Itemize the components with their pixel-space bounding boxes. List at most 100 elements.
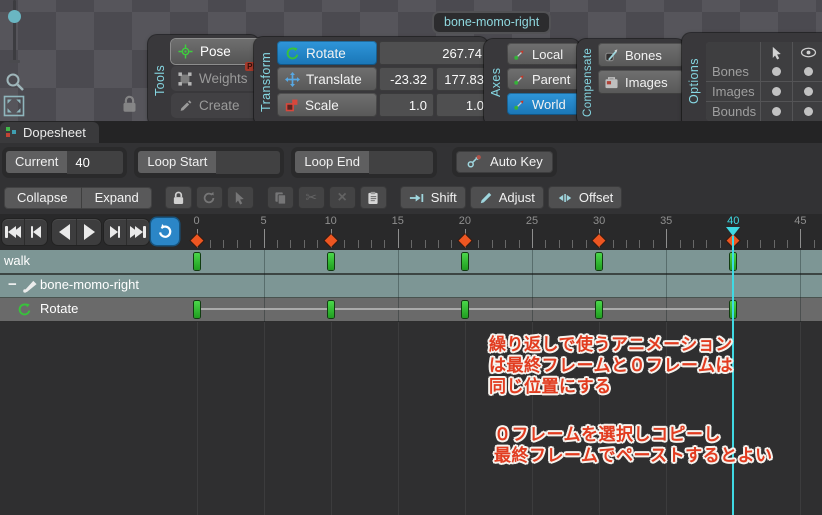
ruler-tick (518, 240, 520, 248)
ruler-keyframe-diamond[interactable] (458, 234, 471, 247)
ruler-frame-label: 30 (592, 215, 606, 227)
dopesheet-controls: Current 40 Loop Start Loop End Auto Key (0, 143, 822, 181)
compensate-button-bones[interactable]: Bones (598, 43, 684, 67)
options-toggle-bounds-1[interactable] (793, 101, 822, 121)
row-gridline (800, 250, 802, 322)
magnifier-icon[interactable] (5, 72, 25, 92)
ruler-tick (290, 240, 292, 248)
keyframe-marker[interactable] (193, 253, 200, 270)
delete-button[interactable]: × (328, 186, 356, 209)
ruler-tick (719, 240, 721, 248)
ruler-tick (585, 240, 587, 248)
options-toggle-bones-0[interactable] (761, 61, 792, 81)
option-dot[interactable] (772, 66, 781, 76)
option-dot[interactable] (804, 86, 813, 96)
compensate-label-bones: Bones (625, 47, 662, 63)
option-dot[interactable] (772, 86, 781, 96)
auto-key-button[interactable]: Auto Key (456, 151, 553, 173)
current-frame-input[interactable]: 40 (67, 150, 124, 174)
keyframe-marker[interactable] (596, 301, 603, 318)
scale-value-field-1[interactable]: 1.0 (436, 93, 491, 117)
loop-end-input[interactable] (369, 150, 434, 174)
options-toggle-bones-1[interactable] (793, 61, 822, 81)
lock-keys-button[interactable] (164, 186, 192, 209)
dopesheet-row-bone-momo-right[interactable]: − bone-momo-right (0, 275, 822, 298)
options-toggle-images-0[interactable] (761, 81, 792, 101)
options-corner-cell (706, 41, 760, 64)
collapse-expand-buttons: Collapse Expand (4, 186, 152, 209)
ruler-tick (612, 240, 614, 248)
option-dot[interactable] (804, 106, 813, 116)
keyframe-marker[interactable] (327, 301, 334, 318)
axes-panel: Axes Local Parent World (484, 39, 581, 126)
pose-tool-button[interactable]: Pose (171, 39, 265, 64)
dopesheet-row-walk[interactable]: walk (0, 250, 822, 275)
paste-button[interactable] (359, 186, 387, 209)
current-label: Current (6, 151, 68, 173)
translate-button[interactable]: Translate (277, 67, 377, 91)
adjust-button[interactable]: Adjust (469, 186, 544, 209)
scale-value-field-0[interactable]: 1.0 (379, 93, 434, 117)
dopesheet-tab-icon (6, 127, 17, 138)
ruler-keyframe-diamond[interactable] (190, 234, 203, 247)
note-text-line: 同じ位置にする (489, 377, 612, 396)
cycle-button[interactable] (195, 186, 223, 209)
translate-value-field-0[interactable]: -23.32 (379, 67, 434, 91)
timeline-ruler[interactable]: 0 5 10 15 20 25 30 35 40 45 (0, 214, 822, 250)
options-toggle-bounds-0[interactable] (761, 101, 792, 121)
rotate-value-field[interactable]: 267.74 (379, 41, 489, 65)
rotate-button[interactable]: Rotate (277, 41, 377, 65)
tab-dopesheet[interactable]: Dopesheet (0, 122, 99, 143)
note-text-line: は最終フレームと０フレームは (489, 356, 733, 375)
loop-start-input[interactable] (216, 150, 281, 174)
create-pencil-icon (178, 99, 192, 113)
images-icon (604, 76, 619, 89)
collapse-button[interactable]: Collapse (4, 187, 81, 209)
expand-button[interactable]: Expand (80, 186, 152, 209)
copy-button[interactable] (266, 186, 294, 209)
rotate-label: Rotate (306, 45, 346, 61)
bottom-gridline (196, 322, 198, 515)
axes-button-world[interactable]: World (507, 93, 581, 115)
weights-tool-button[interactable]: Weights PRO (171, 62, 268, 91)
shift-button[interactable]: Shift (399, 186, 466, 209)
select-cursor-button[interactable] (226, 186, 254, 209)
ruler-keyframe-diamond[interactable] (324, 234, 337, 247)
axes-button-local[interactable]: Local (507, 43, 581, 65)
axes-button-parent[interactable]: Parent (507, 68, 581, 90)
keyframe-marker[interactable] (193, 301, 200, 318)
clipboard-paste-icon (367, 191, 379, 205)
cut-button[interactable]: ✂ (297, 186, 325, 209)
offset-button[interactable]: Offset (547, 186, 623, 209)
delete-x-icon: × (337, 188, 347, 206)
transform-row-scale: Scale 1.0 1.0 (277, 93, 513, 117)
ruler-tick (760, 240, 762, 248)
zoom-out-minus[interactable] (9, 60, 20, 63)
collapse-minus-icon[interactable]: − (8, 276, 17, 293)
ruler-tick (317, 240, 319, 248)
keyframe-marker[interactable] (461, 253, 468, 270)
lock-icon[interactable] (121, 95, 138, 113)
create-tool-button[interactable]: Create (171, 93, 265, 118)
dopesheet-row-Rotate[interactable]: Rotate (0, 298, 822, 322)
playhead-triangle[interactable] (726, 227, 741, 236)
keyframe-marker[interactable] (596, 253, 603, 270)
timeline-header: 0 5 10 15 20 25 30 35 40 45 (0, 214, 822, 250)
ruler-tick (706, 240, 708, 248)
viewport-canvas[interactable]: Tools Pose Weights PRO Create Transform … (0, 0, 822, 129)
options-toggle-images-1[interactable] (793, 81, 822, 101)
create-tool-label: Create (199, 98, 240, 113)
ruler-keyframe-diamond[interactable] (593, 234, 606, 247)
translate-value-field-1[interactable]: 177.83 (436, 67, 491, 91)
fit-view-icon[interactable] (3, 95, 25, 117)
compensate-button-images[interactable]: Images (598, 70, 684, 94)
zoom-slider-knob[interactable] (8, 10, 21, 23)
keyframe-marker[interactable] (461, 301, 468, 318)
scale-button[interactable]: Scale (277, 93, 377, 117)
ruler-tick (746, 240, 748, 248)
translate-label: Translate (306, 71, 362, 87)
option-dot[interactable] (804, 66, 813, 76)
option-dot[interactable] (772, 106, 781, 116)
keyframe-marker[interactable] (327, 253, 334, 270)
ruler-tick (438, 240, 440, 248)
